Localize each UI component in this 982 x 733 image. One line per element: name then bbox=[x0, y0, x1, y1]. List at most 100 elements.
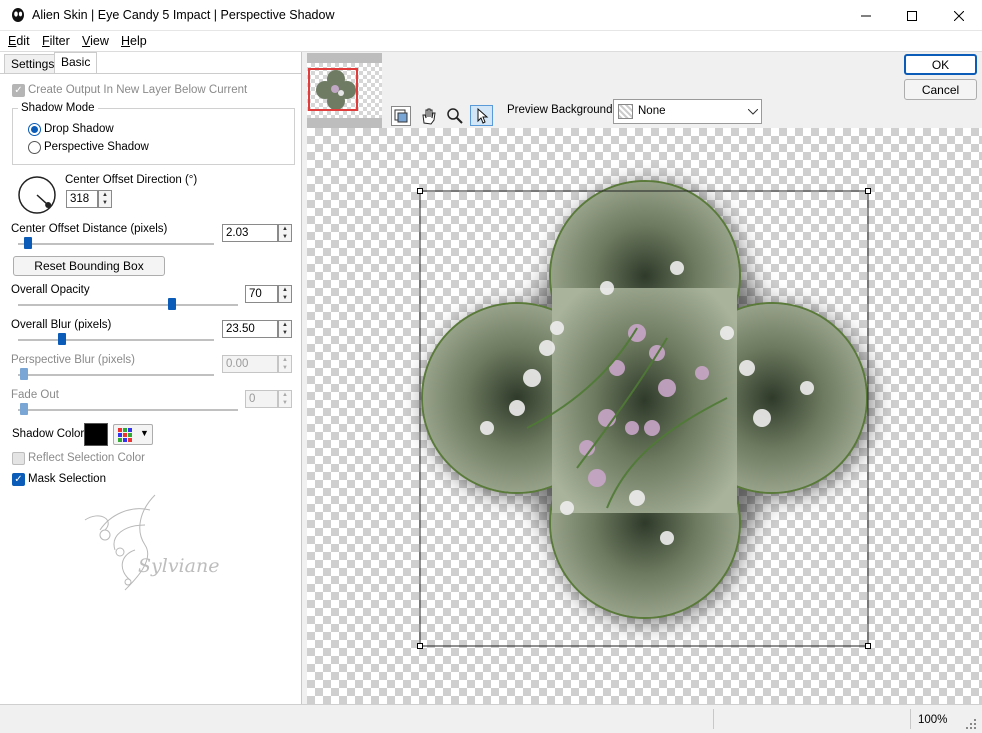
status-divider bbox=[713, 709, 714, 729]
overall-blur-slider[interactable] bbox=[58, 333, 66, 345]
overall-blur-input[interactable] bbox=[222, 320, 278, 338]
dropdown-arrow-icon: ▼ bbox=[140, 428, 149, 438]
preview-background-value: None bbox=[638, 105, 666, 117]
reflect-selection-color-checkbox[interactable] bbox=[12, 452, 25, 465]
perspective-blur-label: Perspective Blur (pixels) bbox=[11, 354, 135, 366]
spin-up-icon: ▲ bbox=[282, 322, 288, 328]
overall-opacity-label: Overall Opacity bbox=[11, 284, 90, 296]
preview-background-label: Preview Background: bbox=[507, 104, 616, 116]
overall-opacity-spinner[interactable]: ▲ ▼ bbox=[278, 285, 292, 303]
center-offset-distance-label: Center Offset Distance (pixels) bbox=[11, 223, 168, 235]
drop-shadow-radio[interactable] bbox=[28, 123, 41, 136]
ok-button[interactable]: OK bbox=[904, 54, 977, 75]
tab-settings[interactable]: Settings bbox=[4, 54, 62, 74]
perspective-blur-input[interactable] bbox=[222, 355, 278, 373]
resize-grip-icon[interactable] bbox=[964, 717, 978, 731]
magnifier-icon bbox=[447, 108, 463, 124]
center-offset-distance-spinner[interactable]: ▲ ▼ bbox=[278, 224, 292, 242]
overall-blur-track bbox=[18, 339, 214, 341]
mask-selection-checkbox[interactable]: ✓ bbox=[12, 473, 25, 486]
menu-edit[interactable]: Edit bbox=[8, 34, 30, 48]
menu-view[interactable]: View bbox=[82, 34, 109, 48]
zoom-level: 100% bbox=[918, 714, 948, 726]
create-output-checkbox[interactable]: ✓ bbox=[12, 84, 25, 97]
watermark-logo: Sylviane bbox=[84, 494, 219, 591]
bbox-handle-top-right[interactable] bbox=[865, 188, 871, 194]
color-picker-button[interactable]: ▼ bbox=[113, 424, 153, 445]
spin-down-icon: ▼ bbox=[282, 330, 288, 336]
drop-shadow-label: Drop Shadow bbox=[44, 123, 114, 135]
status-bar: 100% bbox=[0, 704, 982, 733]
bbox-handle-bottom-right[interactable] bbox=[865, 643, 871, 649]
alien-skin-logo-icon bbox=[12, 8, 24, 22]
title-bar: Alien Skin | Eye Candy 5 Impact | Perspe… bbox=[0, 0, 982, 31]
spin-up-icon: ▲ bbox=[282, 392, 288, 398]
cancel-button[interactable]: Cancel bbox=[904, 79, 977, 100]
spin-up-icon: ▲ bbox=[282, 226, 288, 232]
background-swatch-icon bbox=[618, 104, 633, 119]
center-offset-distance-input[interactable] bbox=[222, 224, 278, 242]
overall-blur-spinner[interactable]: ▲ ▼ bbox=[278, 320, 292, 338]
overall-opacity-input[interactable] bbox=[245, 285, 278, 303]
center-offset-direction-spinner[interactable]: ▲ ▼ bbox=[98, 190, 112, 208]
hand-tool[interactable] bbox=[418, 106, 440, 126]
fade-out-input[interactable] bbox=[245, 390, 278, 408]
create-output-label: Create Output In New Layer Below Current bbox=[28, 84, 248, 96]
menu-bar: Edit Filter View Help bbox=[0, 31, 982, 52]
bbox-handle-top-left[interactable] bbox=[417, 188, 423, 194]
status-divider bbox=[910, 709, 911, 729]
shadow-color-label: Shadow Color bbox=[12, 428, 85, 440]
minimize-button[interactable] bbox=[843, 0, 889, 31]
chevron-down-icon bbox=[748, 109, 758, 115]
spin-up-icon: ▲ bbox=[282, 357, 288, 363]
perspective-blur-slider[interactable] bbox=[20, 368, 28, 380]
direction-dial[interactable] bbox=[16, 174, 58, 216]
shadow-color-swatch[interactable] bbox=[84, 423, 108, 446]
spin-down-icon: ▼ bbox=[282, 400, 288, 406]
navigator-view-frame[interactable] bbox=[308, 68, 358, 111]
maximize-icon bbox=[907, 10, 917, 21]
spin-up-icon: ▲ bbox=[282, 287, 288, 293]
spin-down-icon: ▼ bbox=[102, 200, 108, 206]
tab-basic[interactable]: Basic bbox=[54, 52, 98, 74]
menu-filter[interactable]: Filter bbox=[42, 34, 70, 48]
close-button[interactable] bbox=[936, 0, 982, 31]
spin-up-icon: ▲ bbox=[102, 192, 108, 198]
bbox-handle-bottom-left[interactable] bbox=[417, 643, 423, 649]
arrow-pointer-icon bbox=[477, 107, 489, 124]
center-offset-direction-label: Center Offset Direction (°) bbox=[65, 174, 198, 186]
center-offset-direction-input[interactable] bbox=[66, 190, 98, 208]
close-icon bbox=[954, 10, 964, 21]
fade-out-slider[interactable] bbox=[20, 403, 28, 415]
selection-tool[interactable] bbox=[470, 105, 493, 126]
overall-blur-label: Overall Blur (pixels) bbox=[11, 319, 112, 331]
preview-background-select[interactable]: None bbox=[613, 99, 762, 124]
navigator[interactable] bbox=[307, 53, 382, 128]
overall-opacity-slider[interactable] bbox=[168, 298, 177, 310]
spin-down-icon: ▼ bbox=[282, 365, 288, 371]
maximize-button[interactable] bbox=[889, 0, 935, 31]
bounding-box-tool[interactable] bbox=[391, 106, 411, 126]
fade-out-spinner[interactable]: ▲ ▼ bbox=[278, 390, 292, 408]
shadow-mode-title: Shadow Mode bbox=[18, 102, 98, 114]
color-grid-icon bbox=[118, 428, 132, 442]
center-offset-distance-track bbox=[18, 243, 214, 245]
settings-panel: Settings Basic ✓ Create Output In New La… bbox=[0, 52, 302, 704]
bounding-box-icon bbox=[394, 109, 408, 123]
perspective-shadow-radio[interactable] bbox=[28, 141, 41, 154]
spin-down-icon: ▼ bbox=[282, 295, 288, 301]
mask-selection-label: Mask Selection bbox=[28, 473, 106, 485]
fade-out-label: Fade Out bbox=[11, 389, 59, 401]
menu-help[interactable]: Help bbox=[121, 34, 147, 48]
fade-out-track bbox=[18, 409, 238, 411]
center-offset-distance-slider[interactable] bbox=[23, 237, 32, 249]
perspective-blur-spinner[interactable]: ▲ ▼ bbox=[278, 355, 292, 373]
reflect-selection-color-label: Reflect Selection Color bbox=[28, 452, 145, 464]
overall-opacity-track bbox=[18, 304, 238, 306]
reset-bounding-box-button[interactable]: Reset Bounding Box bbox=[13, 256, 165, 276]
hand-icon bbox=[422, 108, 436, 125]
zoom-tool[interactable] bbox=[445, 106, 467, 126]
tab-divider bbox=[0, 73, 302, 74]
perspective-blur-track bbox=[18, 374, 214, 376]
preview-canvas[interactable] bbox=[307, 128, 982, 704]
